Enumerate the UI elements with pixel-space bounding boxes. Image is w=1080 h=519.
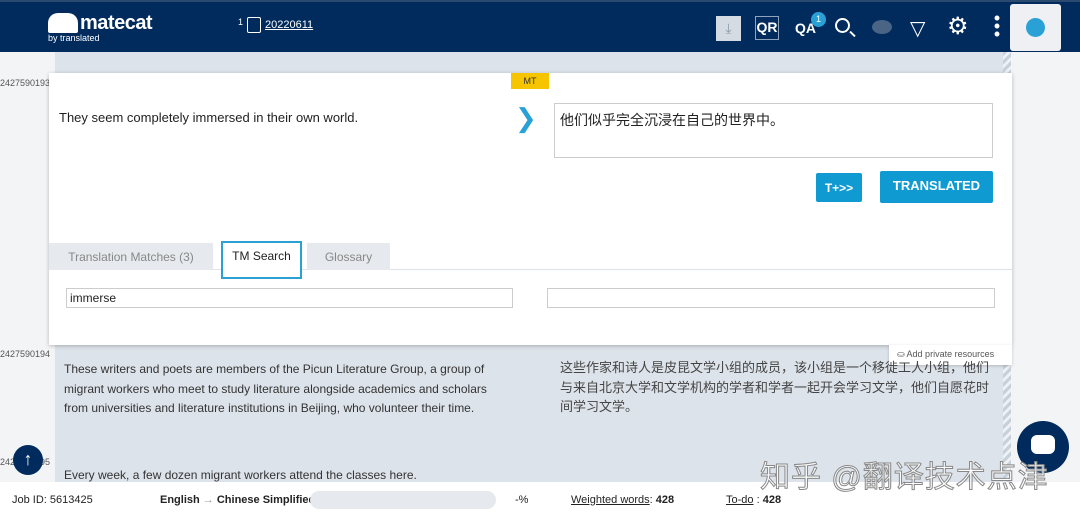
watermark: 知乎 @翻译技术点津 [760,461,1049,495]
arrow-right-icon: → [202,494,214,506]
active-segment: MT They seem completely immersed in thei… [49,73,1012,345]
folder-icon [247,17,262,33]
qa-badge: 1 [811,12,826,27]
translated-button[interactable]: TRANSLATED [880,171,993,203]
gear-icon[interactable]: ⚙ [947,12,969,41]
qr-button[interactable]: QR [755,16,779,40]
more-menu-icon[interactable]: • • • [993,9,1001,43]
user-menu-button[interactable] [1010,4,1061,51]
mt-badge: MT [511,73,549,89]
copy-source-button[interactable]: T+>> [816,173,862,202]
source-text: They seem completely immersed in their o… [59,110,359,125]
download-icon: ⤓ [725,20,732,36]
tab-tm-search[interactable]: TM Search [221,241,302,279]
tab-glossary[interactable]: Glossary [307,243,390,270]
todo-label: To-do [726,494,754,506]
chevron-right-icon[interactable]: ❯ [515,103,537,134]
weighted-words-label: Weighted words [571,494,650,506]
third-source-text[interactable]: Every week, a few dozen migrant workers … [64,468,417,482]
scroll-top-button[interactable]: ↑ [13,445,43,475]
search-icon[interactable] [835,18,850,33]
source-language: English [160,494,200,506]
tabs-bar: Translation Matches (3) TM Search Glossa… [49,241,1012,279]
download-button[interactable]: ⤓ [716,16,741,41]
project-link[interactable]: 20220611 [265,19,313,31]
weighted-words-value: 428 [655,494,675,506]
next-source-text[interactable]: These writers and poets are members of t… [64,360,504,419]
tab-translation-matches[interactable]: Translation Matches (3) [49,243,213,270]
logo-mark-icon [48,13,78,33]
progress-bar [310,491,496,509]
matecat-logo[interactable]: matecat by translated [48,12,153,43]
comments-icon[interactable] [872,20,892,34]
language-pair: English → Chinese Simplified [160,494,315,506]
tm-search-target-input[interactable] [547,288,995,308]
user-icon [1026,18,1045,37]
project-info: 1 20220611 [238,17,313,33]
weighted-words[interactable]: Weighted words: 428 [571,494,674,506]
target-editor[interactable]: 他们似乎完全沉浸在自己的世界中。 [554,103,993,158]
progress-percent: -% [515,494,529,506]
arrow-up-icon: ↑ [23,449,33,469]
job-id: Job ID: 5613425 [12,494,93,506]
segment-id: 2427590194 [0,349,51,359]
file-index: 1 [238,17,244,27]
filter-icon[interactable]: ▽ [910,16,925,41]
segment-id: 2427590193 [0,78,51,88]
target-language: Chinese Simplified [216,494,316,506]
next-target-text[interactable]: 这些作家和诗人是皮昆文学小组的成员，该小组是一个移徙工人小组，他们与来自北京大学… [560,358,990,417]
top-bar: matecat by translated 1 20220611 ⤓ QR QA … [0,0,1080,52]
logo-text: matecat [80,12,153,34]
tm-search-source-input[interactable]: immerse [66,288,513,308]
